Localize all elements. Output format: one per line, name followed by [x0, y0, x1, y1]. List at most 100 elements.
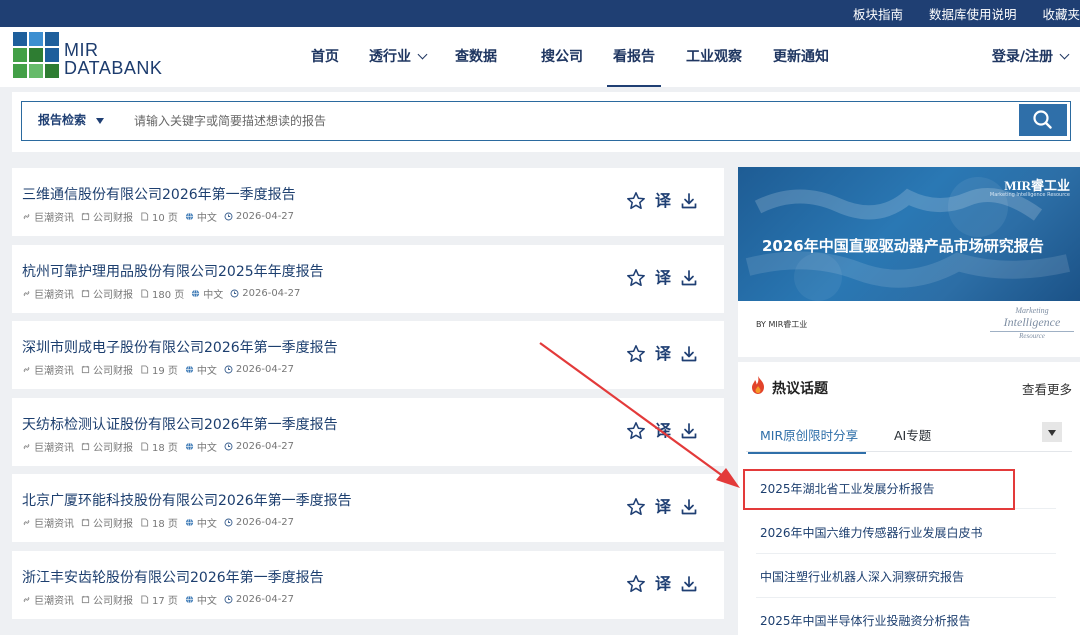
report-pages: 180 页	[140, 286, 184, 301]
report-title[interactable]: 深圳市则成电子股份有限公司2026年第一季度报告	[22, 337, 338, 357]
translate-button[interactable]: 译	[655, 497, 671, 517]
report-language-text: 中文	[203, 290, 224, 301]
calendar-icon	[81, 288, 93, 299]
caret-down-icon	[96, 117, 105, 124]
download-icon[interactable]	[680, 345, 698, 363]
report-pages-text: 17 页	[152, 596, 178, 607]
nav-item-reports[interactable]: 看报告	[607, 27, 661, 87]
banner-byline: BY MIR睿工业	[756, 320, 808, 329]
translate-button[interactable]: 译	[655, 574, 671, 594]
banner-mark-line3: Resource	[990, 330, 1074, 341]
hot-topic-item[interactable]: 中国注塑行业机器人深入洞察研究报告	[760, 568, 964, 585]
report-language: 中文	[185, 362, 217, 377]
db-help-link[interactable]: 数据库使用说明	[929, 4, 1017, 23]
report-source: 巨潮资讯	[22, 286, 74, 301]
star-icon[interactable]	[626, 191, 646, 211]
tab-ai-topics[interactable]: AI专题	[894, 425, 931, 444]
search-button[interactable]	[1019, 104, 1067, 136]
report-title[interactable]: 杭州可靠护理用品股份有限公司2025年年度报告	[22, 261, 324, 281]
star-icon[interactable]	[626, 268, 646, 288]
link-icon	[22, 211, 34, 222]
report-actions: 译	[626, 573, 707, 595]
logo-grid-icon	[12, 31, 60, 79]
report-card: 浙江丰安齿轮股份有限公司2026年第一季度报告 巨潮资讯 公司财报 17 页 中文 202…	[12, 551, 724, 619]
report-language-text: 中文	[196, 443, 217, 454]
utility-links: 板块指南 数据库使用说明 收藏夹	[827, 0, 1080, 27]
report-date: 2026-04-27	[224, 441, 294, 452]
download-icon[interactable]	[680, 269, 698, 287]
top-utility-bar: 板块指南 数据库使用说明 收藏夹	[0, 0, 1080, 27]
hot-topic-item[interactable]: 2026年中国六维力传感器行业发展白皮书	[760, 524, 983, 541]
banner-title: 2026年中国直驱驱动器产品市场研究报告	[762, 237, 1044, 255]
report-meta: 巨潮资讯 公司财报 180 页 中文 2026-04-27	[22, 286, 307, 301]
login-register-button[interactable]: 登录/注册	[992, 27, 1070, 87]
annotation-highlight-box	[743, 469, 1015, 510]
document-icon	[140, 517, 152, 528]
download-icon[interactable]	[680, 192, 698, 210]
report-title[interactable]: 浙江丰安齿轮股份有限公司2026年第一季度报告	[22, 567, 324, 587]
nav-item-home[interactable]: 首页	[311, 27, 339, 87]
report-title[interactable]: 天纺标检测认证股份有限公司2026年第一季度报告	[22, 414, 338, 434]
report-meta: 巨潮资讯 公司财报 19 页 中文 2026-04-27	[22, 362, 301, 377]
report-pages: 18 页	[140, 515, 178, 530]
download-icon[interactable]	[680, 422, 698, 440]
report-source-text: 巨潮资讯	[34, 443, 74, 454]
translate-button[interactable]: 译	[655, 344, 671, 364]
banner-brand-sub: Marketing Intelligence Resource	[989, 192, 1070, 198]
banner-mark-line2: Intelligence	[1003, 314, 1061, 329]
nav-item-label: 更新通知	[773, 49, 829, 65]
nav-item-label: 看报告	[613, 49, 655, 65]
nav-item-industry[interactable]: 透行业	[369, 27, 428, 87]
calendar-icon	[81, 211, 93, 222]
search-input[interactable]	[134, 108, 994, 133]
report-meta: 巨潮资讯 公司财报 10 页 中文 2026-04-27	[22, 209, 301, 224]
divider	[756, 553, 1056, 554]
report-pages-text: 180 页	[152, 290, 185, 301]
search-scope-select[interactable]: 报告检索	[38, 102, 105, 139]
tab-mir-original[interactable]: MIR原创限时分享	[747, 425, 867, 454]
logo[interactable]: MIR DATABANK	[12, 31, 182, 81]
report-source-text: 巨潮资讯	[34, 366, 74, 377]
link-icon	[22, 441, 34, 452]
download-icon[interactable]	[680, 498, 698, 516]
tabs-dropdown-button[interactable]	[1042, 422, 1062, 442]
report-meta: 巨潮资讯 公司财报 17 页 中文 2026-04-27	[22, 592, 301, 607]
link-icon	[22, 517, 34, 528]
view-more-link[interactable]: 查看更多	[1022, 379, 1072, 398]
report-pages-text: 18 页	[152, 519, 178, 530]
star-icon[interactable]	[626, 574, 646, 594]
hot-topic-item[interactable]: 2025年中国半导体行业投融资分析报告	[760, 612, 971, 629]
clock-icon	[224, 441, 236, 452]
guide-link[interactable]: 板块指南	[853, 4, 903, 23]
report-source-text: 巨潮资讯	[34, 213, 74, 224]
star-icon[interactable]	[626, 421, 646, 441]
globe-icon	[185, 517, 197, 528]
report-language-text: 中文	[196, 213, 217, 224]
nav-item-company[interactable]: 搜公司	[541, 27, 583, 87]
nav-item-updates[interactable]: 更新通知	[773, 27, 829, 87]
globe-icon	[185, 364, 197, 375]
nav-item-observe[interactable]: 工业观察	[686, 27, 742, 87]
report-type: 公司财报	[81, 592, 133, 607]
star-icon[interactable]	[626, 344, 646, 364]
report-actions: 译	[626, 190, 707, 212]
star-icon[interactable]	[626, 497, 646, 517]
translate-button[interactable]: 译	[655, 268, 671, 288]
nav-item-data[interactable]: 查数据	[455, 27, 497, 87]
globe-icon	[185, 594, 197, 605]
globe-icon	[191, 288, 203, 299]
report-language: 中文	[185, 592, 217, 607]
favorites-link[interactable]: 收藏夹	[1042, 4, 1080, 23]
link-icon	[22, 288, 34, 299]
download-icon[interactable]	[680, 575, 698, 593]
report-title[interactable]: 北京广厦环能科技股份有限公司2026年第一季度报告	[22, 490, 352, 510]
report-title[interactable]: 三维通信股份有限公司2026年第一季度报告	[22, 184, 296, 204]
promo-banner[interactable]: MIR睿工业 Marketing Intelligence Resource 2…	[738, 167, 1080, 357]
report-language: 中文	[185, 209, 217, 224]
chevron-down-icon	[1059, 49, 1070, 60]
logo-line2: DATABANK	[64, 58, 163, 78]
translate-button[interactable]: 译	[655, 421, 671, 441]
search-icon	[1033, 110, 1052, 129]
report-type-text: 公司财报	[93, 443, 133, 454]
translate-button[interactable]: 译	[655, 191, 671, 211]
